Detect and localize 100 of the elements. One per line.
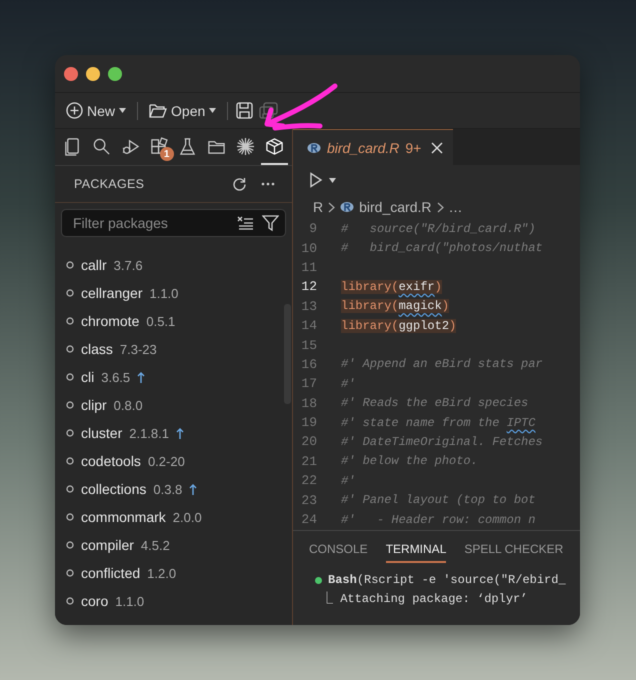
- extensions-icon: [150, 136, 169, 156]
- breadcrumb-item[interactable]: R: [313, 199, 324, 215]
- line-number: 9: [308, 221, 318, 236]
- terminal-line: Bash(Rscript -e 'source("R/ebird_: [328, 573, 566, 587]
- package-item[interactable]: coro 1.1.0: [55, 587, 292, 615]
- package-item[interactable]: chromote 0.5.1: [55, 307, 292, 335]
- line-number: 23: [300, 492, 318, 508]
- code-line: #' Panel layout (top to bot: [341, 493, 536, 508]
- package-name: cli: [81, 369, 94, 385]
- run-icon[interactable]: [309, 172, 323, 188]
- line-number: 22: [300, 473, 318, 488]
- code-line: #': [341, 474, 356, 488]
- code-line: #' Reads the eBird species: [341, 396, 528, 410]
- package-version: 2.0.0: [172, 510, 202, 524]
- package-version: 7.3-23: [120, 342, 157, 356]
- save-icon[interactable]: [236, 102, 254, 119]
- r-file-icon: [307, 142, 321, 154]
- breadcrumb-item[interactable]: …: [448, 199, 462, 215]
- search-icon: [92, 136, 111, 156]
- chevron-icon: [328, 202, 336, 212]
- chevron-icon: [436, 202, 444, 212]
- package-name: cellranger: [81, 285, 142, 301]
- code-line: #' Append an eBird stats par: [341, 357, 543, 372]
- folder-icon: [149, 103, 168, 118]
- package-version: 2.1.8.1: [129, 426, 169, 440]
- package-item[interactable]: clipr 0.8.0: [55, 391, 292, 419]
- package-item[interactable]: cellranger 1.1.0: [55, 279, 292, 307]
- package-name: clipr: [81, 397, 107, 413]
- caret-icon: [329, 178, 336, 182]
- circle-icon: [66, 289, 74, 297]
- package-item[interactable]: cli 3.6.5: [55, 363, 292, 391]
- package-item[interactable]: class 7.3-23: [55, 335, 292, 363]
- new-button[interactable]: New: [63, 100, 130, 121]
- terminal-line: ⎿ Attaching package: ‘dplyr’: [321, 590, 528, 606]
- circle-icon: [66, 401, 74, 409]
- package-name: cluster: [81, 425, 122, 441]
- package-item[interactable]: cluster 2.1.8.1: [55, 419, 292, 447]
- code-line: #' state name from the IPTC: [341, 416, 536, 430]
- package-name: collections: [81, 481, 146, 497]
- package-name: chromote: [81, 313, 140, 329]
- panel-tab[interactable]: SPELL CHECKER: [464, 535, 564, 563]
- filter-icon[interactable]: [262, 214, 279, 232]
- zoom-window-button[interactable]: [108, 66, 122, 80]
- code-line: # source("R/bird_card.R"): [341, 222, 536, 236]
- package-version: 0.8.0: [114, 398, 143, 412]
- line-number: 21: [300, 454, 318, 469]
- package-item[interactable]: commonmark 2.0.0: [55, 503, 292, 531]
- line-number: 11: [300, 260, 318, 275]
- circle-icon: [66, 457, 74, 465]
- package-item[interactable]: callr 3.7.6: [55, 251, 292, 279]
- circle-icon: [66, 261, 74, 269]
- burst-icon: [236, 136, 256, 156]
- package-item[interactable]: compiler 4.5.2: [55, 531, 292, 559]
- code-line: #' DateTimeOriginal. Fetches: [341, 434, 543, 449]
- circle-icon: [66, 569, 74, 577]
- package-name: callr: [81, 257, 107, 273]
- package-name: compiler: [81, 537, 134, 553]
- line-number: 20: [300, 434, 318, 450]
- files-icon: [62, 136, 82, 156]
- panel-title: PACKAGES: [74, 177, 146, 191]
- package-item[interactable]: conflicted 1.2.0: [55, 559, 292, 587]
- package-version: 3.6.5: [101, 370, 130, 384]
- code-line: #': [341, 376, 356, 391]
- circle-icon: [66, 541, 74, 549]
- panel-tab[interactable]: TERMINAL: [386, 535, 446, 563]
- package-name: commonmark: [81, 509, 166, 525]
- filter-bar[interactable]: Filter packages: [61, 209, 286, 237]
- scrollbar-thumb[interactable]: [284, 304, 291, 404]
- circle-icon: [66, 317, 74, 325]
- circle-icon: [66, 597, 74, 605]
- circle-icon: [66, 429, 74, 437]
- breadcrumb-item[interactable]: bird_card.R: [359, 199, 432, 215]
- package-name: conflicted: [81, 565, 140, 581]
- filter-field[interactable]: Filter packages: [71, 214, 229, 232]
- line-number: 24: [300, 512, 318, 528]
- notification-badge: 1: [160, 147, 174, 161]
- panel-tab[interactable]: CONSOLE: [309, 535, 368, 563]
- line-number: 19: [300, 415, 318, 430]
- code-line: # bird_card("photos/nuthat: [341, 241, 543, 256]
- caret-icon: [209, 108, 216, 113]
- line-number: 12: [300, 279, 318, 294]
- line-number: 10: [300, 240, 318, 256]
- line-number: 13: [300, 298, 318, 314]
- package-item[interactable]: codetools 0.2-20: [55, 447, 292, 475]
- close-window-button[interactable]: [64, 66, 78, 80]
- package-version: 0.3.8: [153, 482, 182, 496]
- package-version: 4.5.2: [140, 538, 170, 552]
- tab-filename: bird_card.R: [327, 140, 400, 156]
- editor-tab[interactable]: bird_card.R 9+: [293, 129, 454, 165]
- line-number: 17: [300, 376, 318, 392]
- minimize-window-button[interactable]: [86, 66, 100, 80]
- open-button[interactable]: Open: [146, 100, 220, 120]
- line-number: 14: [300, 318, 318, 334]
- line-number: 16: [300, 356, 318, 372]
- package-item[interactable]: collections 0.3.8: [55, 475, 292, 503]
- code-line: #' below the photo.: [341, 454, 478, 468]
- circle-icon: [66, 345, 74, 353]
- clear-filter-icon[interactable]: [237, 216, 254, 230]
- package-version: 1.1.0: [115, 594, 144, 608]
- plus-circle-icon: [66, 102, 83, 119]
